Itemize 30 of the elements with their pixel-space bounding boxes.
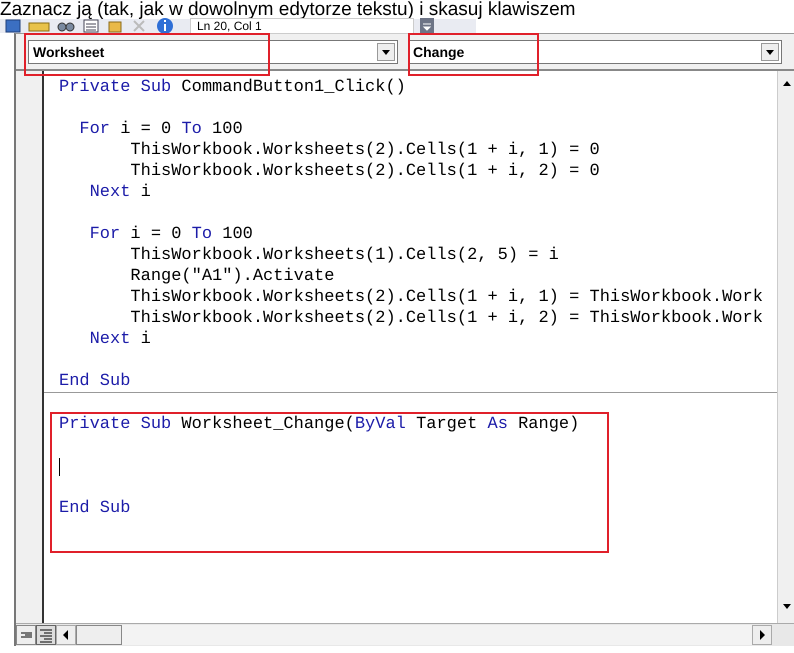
code-line: Next i xyxy=(88,329,152,350)
box-icon[interactable] xyxy=(106,19,124,33)
object-dropdown[interactable]: Worksheet xyxy=(28,40,398,64)
procedure-view-icon[interactable] xyxy=(16,625,36,645)
code-editor[interactable] xyxy=(44,71,777,623)
code-line: ThisWorkbook.Worksheets(1).Cells(2, 5) = i xyxy=(129,245,560,266)
toolbar-options-icon[interactable] xyxy=(420,18,434,34)
code-line: ThisWorkbook.Worksheets(2).Cells(1 + i, 2) = 0 xyxy=(129,161,601,182)
code-line: ThisWorkbook.Worksheets(2).Cells(1 + i, 1) = 0 xyxy=(129,140,601,161)
code-line: ThisWorkbook.Worksheets(2).Cells(1 + i, 2) = ThisWorkbook.Work xyxy=(129,308,764,329)
code-line: For i = 0 To 100 xyxy=(88,224,254,245)
list-icon[interactable] xyxy=(82,19,100,33)
code-line: Private Sub CommandButton1_Click() xyxy=(58,77,407,98)
scroll-thumb[interactable] xyxy=(76,625,122,645)
vertical-scrollbar[interactable] xyxy=(777,71,794,623)
code-line: Next i xyxy=(88,182,152,203)
text-cursor xyxy=(59,458,60,476)
code-line: Range("A1").Activate xyxy=(129,266,336,287)
position-field: Ln 20, Col 1 xyxy=(190,18,414,34)
full-module-view-icon[interactable] xyxy=(36,625,56,645)
code-line: ThisWorkbook.Worksheets(2).Cells(1 + i, 1) = ThisWorkbook.Work xyxy=(129,287,764,308)
scroll-right-icon[interactable] xyxy=(752,625,772,645)
code-line: Private Sub Worksheet_Change(ByVal Target As Range) xyxy=(58,414,580,435)
code-line: For i = 0 To 100 xyxy=(78,119,244,140)
procedure-dropdown[interactable]: Change xyxy=(408,40,782,64)
instruction-text: Zaznacz ją (tak, jak w dowolnym edytorze tekstu) i skasuj klawiszem xyxy=(0,0,576,19)
scroll-left-icon[interactable] xyxy=(56,625,76,645)
code-line: End Sub xyxy=(58,371,132,392)
code-line: End Sub xyxy=(58,498,132,519)
info-icon[interactable] xyxy=(154,17,176,35)
